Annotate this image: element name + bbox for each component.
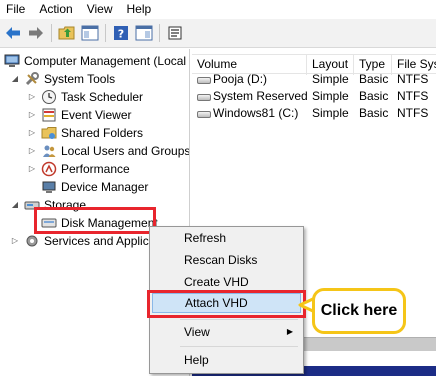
- forward-arrow-icon[interactable]: [26, 23, 46, 43]
- disk-management-highlight: [34, 207, 156, 234]
- tree-item-device-manager[interactable]: Device Manager: [41, 178, 148, 196]
- collapse-icon[interactable]: ◢: [10, 200, 20, 210]
- volume-file-system: NTFS: [397, 89, 429, 103]
- users-icon: [41, 143, 57, 159]
- toolbar-separator: [51, 24, 52, 42]
- expand-icon[interactable]: ▷: [27, 92, 37, 102]
- back-arrow-icon[interactable]: [3, 23, 23, 43]
- menu-file[interactable]: File: [0, 0, 33, 18]
- click-here-callout: Click here: [312, 288, 406, 334]
- drive-icon: [197, 111, 211, 118]
- shared-folder-icon: [41, 125, 57, 141]
- toolbar-separator: [105, 24, 106, 42]
- tree-item-services-applications[interactable]: ▷ Services and Applica: [10, 232, 155, 250]
- expand-icon[interactable]: ▷: [27, 128, 37, 138]
- tree-label: Performance: [61, 162, 130, 176]
- volume-type: Basic: [359, 106, 389, 120]
- properties-icon[interactable]: [165, 23, 185, 43]
- tree-label: Services and Applica: [44, 234, 156, 248]
- volume-file-system: NTFS: [397, 106, 429, 120]
- menu-item-view-label: View: [184, 325, 210, 339]
- tree-label: Device Manager: [61, 180, 149, 194]
- tree-label: Task Scheduler: [61, 90, 144, 104]
- attach-vhd-highlight: [147, 290, 306, 318]
- tree-label: Computer Management (Local: [24, 54, 187, 68]
- tree-item-system-tools[interactable]: ◢ System Tools: [10, 70, 115, 88]
- expand-icon[interactable]: ▷: [10, 236, 20, 246]
- menu-item-create-vhd[interactable]: Create VHD: [152, 272, 301, 292]
- volume-type: Basic: [359, 72, 389, 86]
- tree-item-task-scheduler[interactable]: ▷ Task Scheduler: [27, 88, 143, 106]
- tree-item-shared-folders[interactable]: ▷ Shared Folders: [27, 124, 143, 142]
- table-row[interactable]: Pooja (D:) Simple Basic NTFS: [192, 71, 436, 88]
- callout-text: Click here: [320, 302, 398, 319]
- menu-item-help[interactable]: Help: [152, 350, 301, 370]
- menu-separator: [180, 319, 298, 320]
- svg-text:?: ?: [118, 28, 124, 41]
- volume-type: Basic: [359, 89, 389, 103]
- volume-layout: Simple: [312, 89, 349, 103]
- volume-name: Pooja (D:): [213, 72, 268, 86]
- menu-action[interactable]: Action: [33, 0, 80, 18]
- performance-icon: [41, 161, 57, 177]
- volume-name: System Reserved: [213, 89, 307, 103]
- toolbar-separator: [159, 24, 160, 42]
- drive-icon: [197, 77, 211, 84]
- tree-label: System Tools: [44, 72, 116, 86]
- menu-item-refresh[interactable]: Refresh: [152, 228, 301, 248]
- expand-icon[interactable]: ▷: [27, 110, 37, 120]
- menu-item-view[interactable]: View ▶: [152, 322, 301, 342]
- tools-icon: [24, 71, 40, 87]
- toolbar: ?: [0, 19, 436, 48]
- volume-name: Windows81 (C:): [213, 106, 299, 120]
- volume-layout: Simple: [312, 72, 349, 86]
- clock-icon: [41, 89, 57, 105]
- menu-bar: File Action View Help: [0, 0, 436, 18]
- table-row[interactable]: System Reserved Simple Basic NTFS: [192, 88, 436, 105]
- device-manager-icon: [41, 179, 57, 195]
- drive-icon: [197, 94, 211, 101]
- expand-icon[interactable]: ▷: [27, 164, 37, 174]
- computer-icon: [4, 53, 20, 69]
- volume-file-system: NTFS: [397, 72, 429, 86]
- menu-item-rescan-disks[interactable]: Rescan Disks: [152, 250, 301, 270]
- services-icon: [24, 233, 40, 249]
- menu-help[interactable]: Help: [121, 0, 160, 18]
- menu-separator: [180, 346, 298, 347]
- expand-icon[interactable]: ▷: [27, 146, 37, 156]
- up-folder-icon[interactable]: [57, 23, 77, 43]
- show-pane-icon[interactable]: [134, 23, 154, 43]
- tree-item-computer-management[interactable]: Computer Management (Local: [4, 52, 186, 70]
- tree-label: Shared Folders: [61, 126, 144, 140]
- volume-layout: Simple: [312, 106, 349, 120]
- tree-item-local-users[interactable]: ▷ Local Users and Groups: [27, 142, 190, 160]
- help-icon[interactable]: ?: [111, 23, 131, 43]
- table-row[interactable]: Windows81 (C:) Simple Basic NTFS: [192, 105, 436, 122]
- event-viewer-icon: [41, 107, 57, 123]
- menu-view[interactable]: View: [81, 0, 121, 18]
- show-hide-tree-icon[interactable]: [80, 23, 100, 43]
- collapse-icon[interactable]: ◢: [10, 74, 20, 84]
- tree-item-event-viewer[interactable]: ▷ Event Viewer: [27, 106, 132, 124]
- tree-item-performance[interactable]: ▷ Performance: [27, 160, 130, 178]
- tree-label: Local Users and Groups: [61, 144, 190, 158]
- tree-label: Event Viewer: [61, 108, 132, 122]
- submenu-arrow-icon: ▶: [286, 327, 293, 336]
